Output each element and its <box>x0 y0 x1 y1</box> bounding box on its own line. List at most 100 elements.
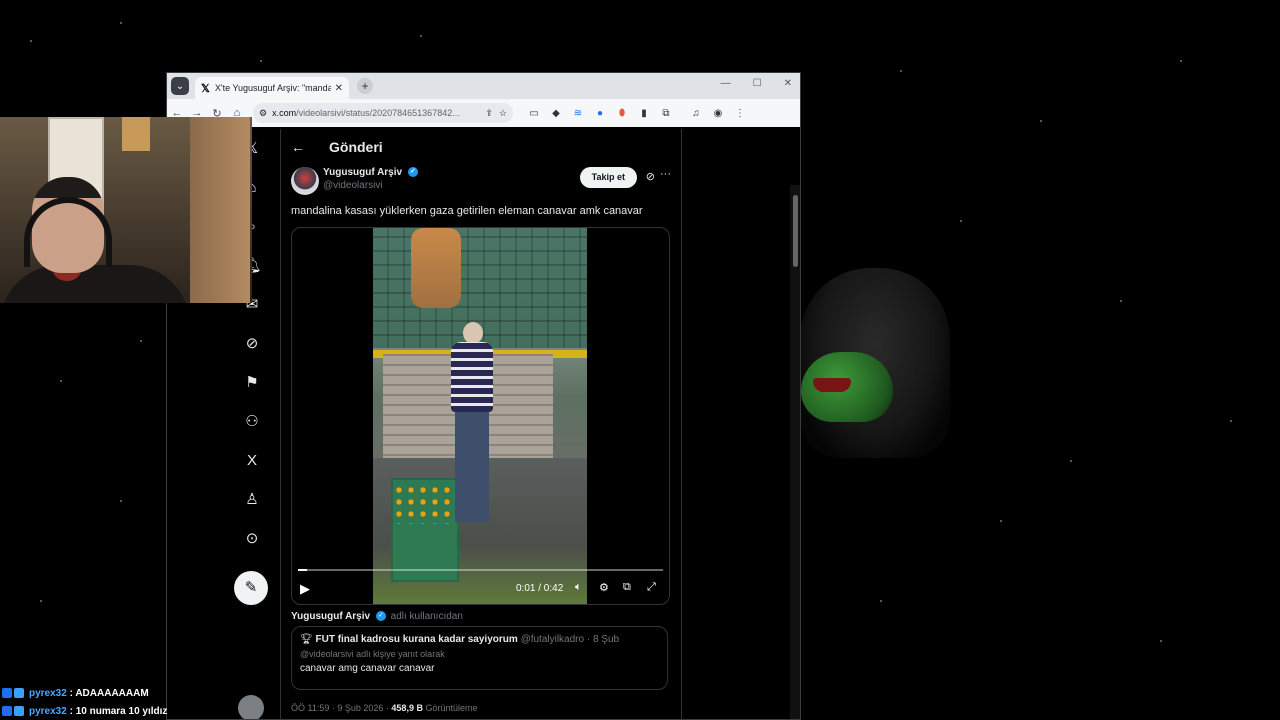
address-bar[interactable]: ⚙ x.com/videolarsivi/status/202078465136… <box>253 103 513 123</box>
chat-badge-icon <box>2 706 12 716</box>
stream-chat: pyrex32 : ADAAAAAAAM pyrex32 : 10 numara… <box>2 684 167 720</box>
settings-gear-icon[interactable]: ⚙ <box>599 581 609 594</box>
quote-date: · 8 Şub <box>586 634 620 645</box>
tweet-stats: ÖÖ 11:59 · 9 Şub 2026 · 458,9 B Görüntül… <box>291 703 478 713</box>
quote-text: canavar amg canavar canavar <box>300 663 435 674</box>
cast-icon[interactable]: ▭ <box>523 108 545 119</box>
video-frame[interactable] <box>373 228 587 604</box>
account-avatar[interactable] <box>238 695 264 719</box>
tweet-more-icon[interactable]: ··· <box>660 168 671 180</box>
extension-globe-icon[interactable]: ● <box>589 108 611 119</box>
quote-author-handle: @futalyilkadro <box>520 634 585 645</box>
extension-candy-icon[interactable]: ⬮ <box>611 108 633 119</box>
video-controls: ▶ 0:01 / 0:42 🔈︎ ⚙ ⧉ ⤢ <box>292 566 669 604</box>
minimize-icon[interactable]: — <box>721 78 731 89</box>
chat-message: pyrex32 : 10 numara 10 yıldız <box>2 702 167 720</box>
play-icon[interactable]: ▶ <box>300 581 310 597</box>
tweet-timestamp[interactable]: ÖÖ 11:59 · 9 Şub 2026 · <box>291 703 389 713</box>
reply-attribution: Yugusuguf Arşiv ✓ adlı kullanıcıdan <box>291 611 463 622</box>
more-options-icon[interactable]: ⊙ <box>242 529 262 549</box>
premium-x-icon[interactable]: X <box>242 451 262 471</box>
profile-avatar-icon[interactable]: ◉ <box>707 108 729 119</box>
grok-icon[interactable]: ⊘ <box>242 334 262 354</box>
browser-toolbar: ← → ↻ ⌂ ⚙ x.com/videolarsivi/status/2020… <box>167 99 800 127</box>
author-handle[interactable]: @videolarsivi <box>323 180 383 191</box>
star <box>260 60 262 62</box>
profile-icon[interactable]: ♙ <box>242 490 262 510</box>
video-time: 0:01 / 0:42 <box>516 583 564 594</box>
volume-icon[interactable]: 🔈︎ <box>575 581 582 594</box>
close-window-icon[interactable]: ✕ <box>784 78 792 89</box>
close-tab-icon[interactable]: ✕ <box>335 83 343 94</box>
video-progress-bar[interactable] <box>298 569 663 571</box>
door-background <box>190 117 250 303</box>
follow-button[interactable]: Takip et <box>579 167 637 188</box>
extensions-puzzle-icon[interactable]: ⧉ <box>655 108 677 119</box>
chat-username: pyrex32 <box>29 687 67 699</box>
star <box>120 22 122 24</box>
star <box>140 340 142 342</box>
video-player[interactable]: ▶ 0:01 / 0:42 🔈︎ ⚙ ⧉ ⤢ <box>291 227 670 605</box>
scrollbar-thumb[interactable] <box>793 195 798 267</box>
install-icon[interactable]: ⇪ <box>485 108 493 119</box>
chat-username: pyrex32 <box>29 705 67 717</box>
communities-icon[interactable]: ⚇ <box>242 412 262 432</box>
chat-badge-icon <box>14 688 24 698</box>
site-info-icon[interactable]: ⚙ <box>259 108 267 119</box>
star <box>960 220 962 222</box>
chat-badge-icon <box>14 706 24 716</box>
fullscreen-icon[interactable]: ⤢ <box>647 581 656 594</box>
extension-wave-icon[interactable]: ≋ <box>567 108 589 119</box>
tab-title: X'te Yugusuguf Arşiv: "mandali <box>214 83 331 93</box>
chat-badge-icon <box>2 688 12 698</box>
verified-badge-icon: ✓ <box>375 611 386 622</box>
quoted-tweet[interactable]: 🏆︎ FUT final kadrosu kurana kadar sayiyo… <box>291 626 668 690</box>
reply-author-name[interactable]: Yugusuguf Arşiv <box>291 611 370 622</box>
striped-sweater <box>451 342 493 412</box>
post-header: ← Gönderi <box>281 129 681 165</box>
x-favicon-icon: 𝕏 <box>201 82 210 95</box>
bookmark-star-icon[interactable]: ☆ <box>499 108 507 119</box>
star <box>420 35 422 37</box>
view-count: 458,9 B <box>391 703 423 713</box>
chat-text: : 10 numara 10 yıldız <box>69 705 168 717</box>
star <box>30 40 32 42</box>
tab-search-button[interactable]: ⌄ <box>171 77 189 95</box>
star <box>1160 640 1162 642</box>
man-head <box>463 322 483 344</box>
author-name-row[interactable]: Yugusuguf Arşiv ✓ <box>323 167 418 178</box>
tweet-author: Yugusuguf Arşiv ✓ @videolarsivi Takip et… <box>291 167 671 199</box>
worker-on-truck <box>411 228 461 308</box>
verified-badge-icon: ✓ <box>407 167 418 178</box>
extension-a-icon[interactable]: ▮ <box>633 108 655 119</box>
back-arrow-icon[interactable]: ← <box>291 139 315 155</box>
star <box>880 600 882 602</box>
new-tab-button[interactable]: + <box>357 78 373 94</box>
quote-author-name: FUT final kadrosu kurana kadar sayiyorum <box>315 634 518 645</box>
extension-diamond-icon[interactable]: ◆ <box>545 108 567 119</box>
star <box>1230 420 1232 422</box>
compose-post-button[interactable]: ✎ <box>234 571 268 605</box>
author-avatar[interactable] <box>291 167 319 195</box>
grok-explain-icon[interactable]: ⊘ <box>646 170 655 183</box>
tangerines <box>393 484 451 524</box>
page-content: 𝕏 ⌂ ⌕ 🔔︎ ✉ ⊘ ⚑ ⚇ X ♙ ⊙ ✎ ← Gönderi Yugus… <box>167 129 800 719</box>
man-lifting-crate <box>451 322 493 522</box>
star <box>900 70 902 72</box>
media-control-icon[interactable]: ♫ <box>685 108 707 119</box>
window-controls: — ☐ ✕ <box>721 78 792 89</box>
bookmarks-icon[interactable]: ⚑ <box>242 373 262 393</box>
video-progress-fill <box>298 569 307 571</box>
chat-message: pyrex32 : ADAAAAAAAM <box>2 684 167 702</box>
pip-icon[interactable]: ⧉ <box>623 581 631 594</box>
active-tab[interactable]: 𝕏 X'te Yugusuguf Arşiv: "mandali ✕ <box>195 77 349 99</box>
jeans <box>455 412 489 522</box>
author-name[interactable]: Yugusuguf Arşiv <box>323 167 402 178</box>
maximize-icon[interactable]: ☐ <box>753 78 762 89</box>
browser-menu-icon[interactable]: ⋮ <box>729 108 751 119</box>
red-mouth <box>813 378 851 392</box>
star <box>1120 300 1122 302</box>
url-host: x.com <box>272 108 297 118</box>
star <box>40 600 42 602</box>
page-scrollbar[interactable] <box>790 185 800 719</box>
